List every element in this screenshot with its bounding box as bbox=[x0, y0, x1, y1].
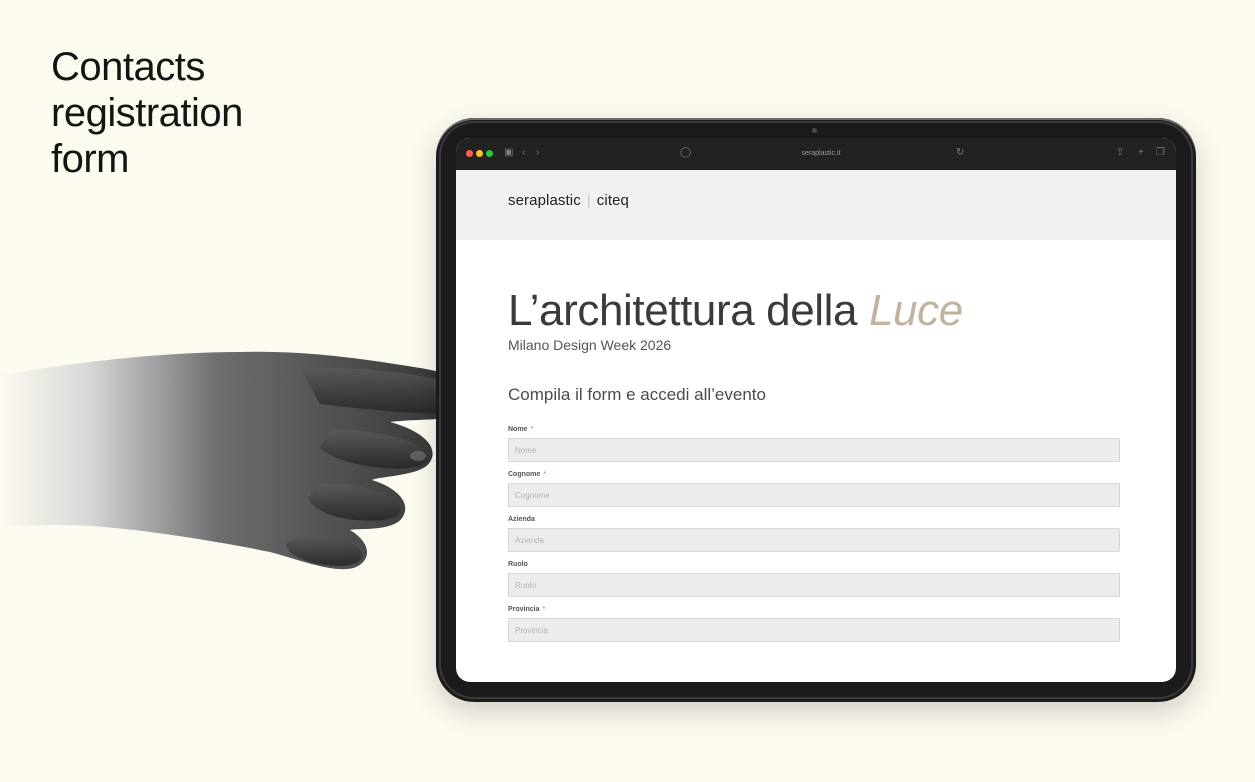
browser-toolbar: ▣ ‹ › ◯ seraplastic.it ↻ ⇧ + ❐ bbox=[456, 138, 1176, 170]
tablet-device: ▣ ‹ › ◯ seraplastic.it ↻ ⇧ + ❐ seraplast… bbox=[436, 118, 1196, 702]
event-subtitle: Milano Design Week 2026 bbox=[508, 337, 672, 353]
provincia-input[interactable] bbox=[508, 618, 1120, 642]
brand-primary: seraplastic bbox=[508, 192, 581, 209]
ruolo-input[interactable] bbox=[508, 573, 1120, 597]
close-window-button[interactable] bbox=[466, 150, 473, 157]
tabs-icon[interactable]: ❐ bbox=[1156, 147, 1165, 159]
nome-input[interactable] bbox=[508, 438, 1120, 462]
minimize-window-button[interactable] bbox=[476, 150, 483, 157]
required-marker: * bbox=[542, 606, 546, 613]
field-label-text: Provincia bbox=[508, 606, 540, 613]
event-title: L’architettura della Luce bbox=[508, 286, 1120, 336]
field-label: Nome * bbox=[508, 424, 1120, 435]
brand-separator: | bbox=[586, 192, 591, 209]
slide-title: Contacts registration form bbox=[51, 45, 243, 181]
camera-icon bbox=[812, 128, 817, 133]
plus-icon[interactable]: + bbox=[1138, 147, 1144, 159]
share-icon[interactable]: ⇧ bbox=[1116, 147, 1124, 159]
tablet-screen: ▣ ‹ › ◯ seraplastic.it ↻ ⇧ + ❐ seraplast… bbox=[456, 138, 1176, 682]
form-title: Compila il form e accedi all’evento bbox=[508, 385, 766, 404]
brand-logo[interactable]: seraplastic | citeq bbox=[508, 192, 629, 209]
address-bar[interactable]: seraplastic.it bbox=[766, 147, 876, 161]
required-marker: * bbox=[543, 471, 547, 478]
field-azienda: Azienda bbox=[508, 514, 1120, 552]
field-label-text: Azienda bbox=[508, 516, 535, 523]
field-label: Provincia * bbox=[508, 604, 1120, 615]
main-content: L’architettura della Luce Milano Design … bbox=[508, 240, 1120, 649]
registration-form: Nome* Cognome* Azienda Ruolo Provincia* bbox=[508, 424, 1120, 642]
reload-icon[interactable]: ↻ bbox=[956, 147, 964, 159]
maximize-window-button[interactable] bbox=[486, 150, 493, 157]
field-label: Ruolo bbox=[508, 559, 1120, 570]
brand-secondary: citeq bbox=[596, 192, 629, 209]
field-label-text: Cognome bbox=[508, 471, 541, 478]
required-marker: * bbox=[530, 426, 534, 433]
field-provincia: Provincia * bbox=[508, 604, 1120, 642]
azienda-input[interactable] bbox=[508, 528, 1120, 552]
field-label: Azienda bbox=[508, 514, 1120, 525]
event-title-accent: Luce bbox=[868, 286, 963, 335]
field-nome: Nome * bbox=[508, 424, 1120, 462]
field-label: Cognome * bbox=[508, 469, 1120, 480]
field-ruolo: Ruolo bbox=[508, 559, 1120, 597]
event-title-main: L’architettura della bbox=[508, 286, 869, 335]
site-header: seraplastic | citeq bbox=[456, 170, 1176, 240]
shield-icon: ◯ bbox=[680, 147, 692, 158]
field-label-text: Ruolo bbox=[508, 561, 528, 568]
chevron-left-icon[interactable]: ‹ bbox=[522, 147, 525, 159]
field-cognome: Cognome * bbox=[508, 469, 1120, 507]
cognome-input[interactable] bbox=[508, 483, 1120, 507]
sidebar-icon[interactable]: ▣ bbox=[504, 147, 513, 159]
chevron-right-icon[interactable]: › bbox=[536, 147, 539, 159]
field-label-text: Nome bbox=[508, 426, 528, 433]
